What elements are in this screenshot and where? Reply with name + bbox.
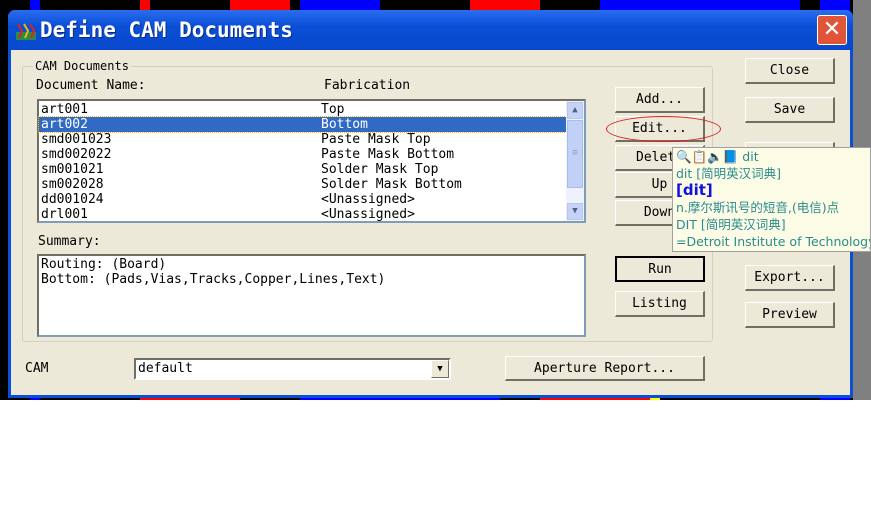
document-row[interactable]: dd001024 <Unassigned>	[39, 192, 566, 207]
document-fabrication: Solder Mask Bottom	[321, 177, 462, 192]
preview-button[interactable]: Preview	[745, 302, 835, 328]
fabrication-header: Fabrication	[324, 78, 411, 93]
search-icon[interactable]: 🔍	[676, 149, 692, 164]
scroll-down-icon[interactable]: ▼	[567, 203, 583, 220]
red-annotation-ellipse	[606, 116, 721, 142]
summary-box: Routing: (Board) Bottom: (Pads,Vias,Trac…	[37, 254, 586, 337]
add-button[interactable]: Add...	[615, 87, 705, 113]
document-fabrication: Top	[321, 102, 345, 117]
document-name: sm002028	[41, 177, 104, 192]
close-window-button[interactable]: ✕	[817, 15, 847, 45]
document-row[interactable]: smd002022 Paste Mask Bottom	[39, 147, 566, 162]
document-name: dd001024	[41, 192, 104, 207]
summary-line: Routing: (Board)	[41, 257, 167, 272]
title-bar[interactable]: Define CAM Documents ✕	[8, 10, 853, 50]
document-row[interactable]: art002 Bottom	[38, 116, 567, 133]
document-fabrication: <Unassigned>	[321, 192, 415, 207]
copy-icon[interactable]: 📋	[692, 149, 708, 164]
dialog-title: Define CAM Documents	[40, 18, 293, 42]
export-button[interactable]: Export...	[745, 265, 835, 291]
document-name: art001	[41, 102, 88, 117]
document-name: smd002022	[41, 147, 112, 162]
layers-icon	[16, 23, 36, 40]
document-name: art002	[41, 117, 88, 132]
close-button[interactable]: Close	[745, 58, 835, 84]
cam-value: default	[138, 361, 193, 376]
document-row[interactable]: drl001 <Unassigned>	[39, 207, 566, 222]
document-row[interactable]: smd001023 Paste Mask Top	[39, 132, 566, 147]
document-row[interactable]: sm002028 Solder Mask Bottom	[39, 177, 566, 192]
document-row[interactable]: sm001021 Solder Mask Top	[39, 162, 566, 177]
scroll-up-icon[interactable]: ▲	[567, 102, 583, 119]
document-name: smd001023	[41, 132, 112, 147]
group-label: CAM Documents	[33, 59, 131, 73]
document-fabrication: Paste Mask Top	[321, 132, 431, 147]
save-button[interactable]: Save	[745, 97, 835, 123]
documents-list[interactable]: art001 Top art002 Bottom smd001023 Paste Mask…	[37, 99, 586, 223]
cam-select[interactable]: default ▼	[134, 358, 451, 380]
dictionary-tooltip: 🔍📋🔈📘 dit dit [简明英汉词典] [dit] n.摩尔斯讯号的短音,(…	[672, 147, 871, 252]
tooltip-line: dit [简明英汉词典]	[676, 166, 782, 181]
document-row[interactable]: art001 Top	[39, 102, 566, 117]
scroll-thumb[interactable]: ≡	[567, 120, 583, 188]
document-fabrication: Bottom	[321, 117, 368, 132]
tooltip-line: DIT [简明英汉词典]	[676, 217, 786, 232]
chevron-down-icon[interactable]: ▼	[431, 360, 449, 378]
add-word-icon[interactable]: 📘	[723, 149, 739, 164]
listing-button[interactable]: Listing	[615, 291, 705, 317]
tooltip-word: dit	[742, 149, 759, 164]
document-fabrication: <Unassigned>	[321, 207, 415, 222]
summary-line: Bottom: (Pads,Vias,Tracks,Copper,Lines,T…	[41, 272, 386, 287]
document-name: drl001	[41, 207, 88, 222]
list-scrollbar[interactable]: ▲ ≡ ▼	[566, 101, 584, 221]
tooltip-line: =Detroit Institute of Technology 底	[676, 234, 871, 249]
run-button[interactable]: Run	[615, 256, 705, 282]
document-fabrication: Solder Mask Top	[321, 162, 439, 177]
summary-label: Summary:	[38, 234, 101, 249]
cam-label: CAM	[25, 361, 49, 376]
aperture-report-button[interactable]: Aperture Report...	[505, 356, 705, 381]
tooltip-phonetic: [dit]	[676, 181, 713, 199]
tooltip-line: n.摩尔斯讯号的短音,(电信)点	[676, 200, 840, 215]
document-fabrication: Paste Mask Bottom	[321, 147, 455, 162]
document-name-header: Document Name:	[36, 78, 146, 93]
speaker-icon[interactable]: 🔈	[707, 149, 723, 164]
document-name: sm001021	[41, 162, 104, 177]
